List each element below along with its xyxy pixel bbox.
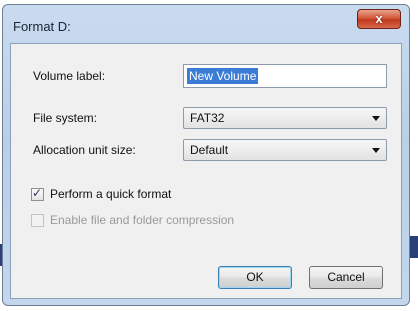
checkmark-icon: ✓ [32,186,43,200]
dialog-body: Volume label: New Volume File system: FA… [10,43,402,299]
compression-checkbox [31,214,44,227]
quick-format-checkbox[interactable]: ✓ [31,186,44,201]
allocation-unit-label: Allocation unit size: [33,143,136,157]
dropdown-arrow-icon [372,148,380,153]
format-dialog: Format D: x Volume label: New Volume Fil… [2,4,410,306]
dialog-title: Format D: [13,19,71,34]
title-bar[interactable]: Format D: x [3,5,409,41]
allocation-unit-select[interactable]: Default [183,139,387,161]
close-icon: x [375,11,383,26]
quick-format-label[interactable]: Perform a quick format [50,187,171,201]
dropdown-arrow-icon [372,116,380,121]
ok-button[interactable]: OK [218,266,292,289]
compression-label: Enable file and folder compression [50,213,235,227]
volume-label-label: Volume label: [33,69,106,83]
file-system-value: FAT32 [190,111,225,125]
volume-label-value: New Volume [187,68,259,84]
allocation-unit-value: Default [190,143,229,157]
file-system-label: File system: [33,111,98,125]
cancel-button[interactable]: Cancel [309,266,383,289]
file-system-select[interactable]: FAT32 [183,107,387,129]
volume-label-input[interactable]: New Volume [183,64,387,88]
close-button[interactable]: x [357,9,401,29]
